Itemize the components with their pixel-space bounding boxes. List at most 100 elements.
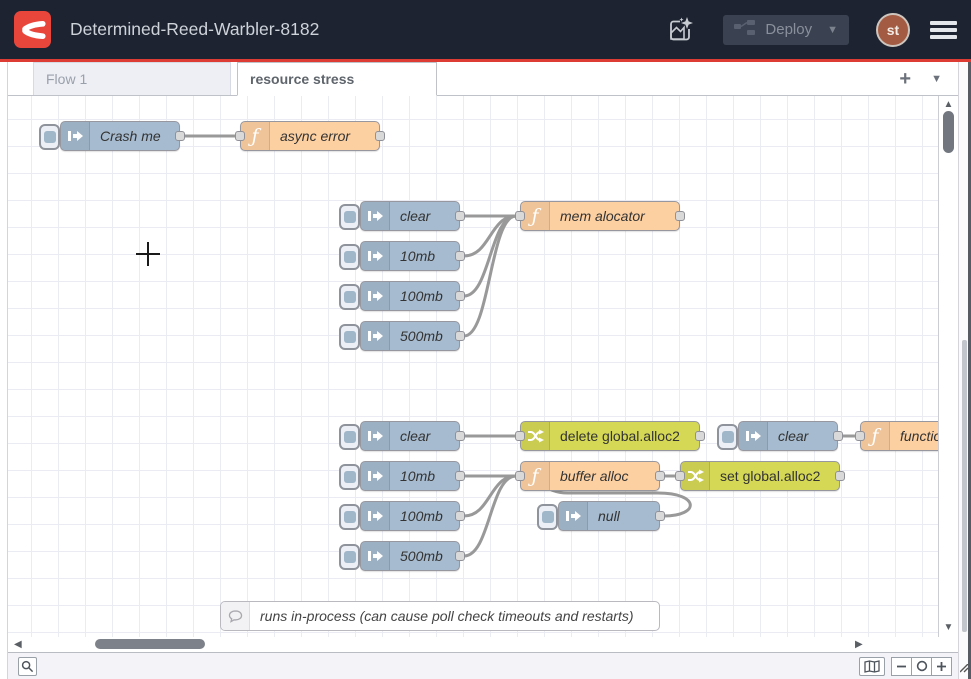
node-label: 10mb bbox=[390, 468, 435, 484]
navigator-button[interactable] bbox=[859, 657, 885, 676]
output-port[interactable] bbox=[455, 471, 465, 481]
inject-trigger-button[interactable] bbox=[339, 464, 360, 490]
node-mem-alocator[interactable]: ƒmem alocator bbox=[520, 201, 680, 231]
node-buffer-alloc[interactable]: ƒbuffer alloc bbox=[520, 461, 660, 491]
node-10mb-2[interactable]: 10mb bbox=[360, 461, 460, 491]
scroll-right-icon[interactable]: ▶ bbox=[855, 639, 863, 650]
input-port[interactable] bbox=[515, 431, 525, 441]
node-comment[interactable]: runs in-process (can cause poll check ti… bbox=[220, 601, 660, 631]
node-icon bbox=[361, 422, 390, 450]
node-red-editor: Determined-Reed-Warbler-8182 Deploy ▼ bbox=[0, 0, 971, 679]
left-gutter bbox=[0, 62, 8, 679]
output-port[interactable] bbox=[455, 551, 465, 561]
window-scrollbar[interactable] bbox=[958, 62, 971, 679]
output-port[interactable] bbox=[833, 431, 843, 441]
node-async-error[interactable]: ƒasync error bbox=[240, 121, 380, 151]
inject-trigger-button[interactable] bbox=[537, 504, 558, 530]
node-icon bbox=[521, 422, 550, 450]
scroll-left-icon[interactable]: ◀ bbox=[14, 639, 22, 650]
inject-trigger-button[interactable] bbox=[339, 324, 360, 350]
node-100mb-1[interactable]: 100mb bbox=[360, 281, 460, 311]
inject-trigger-button[interactable] bbox=[39, 124, 60, 150]
map-icon bbox=[864, 660, 880, 673]
node-icon bbox=[361, 202, 390, 230]
resize-grip-icon[interactable] bbox=[960, 660, 969, 678]
add-flow-icon[interactable]: + bbox=[899, 69, 911, 89]
zoom-in-button[interactable] bbox=[931, 657, 952, 676]
node-clear-1[interactable]: clear bbox=[360, 201, 460, 231]
node-icon bbox=[739, 422, 768, 450]
user-avatar[interactable]: st bbox=[876, 13, 910, 47]
function-f-icon: ƒ bbox=[251, 127, 258, 146]
node-label: clear bbox=[390, 428, 430, 444]
change-shuffle-icon bbox=[687, 468, 704, 484]
canvas-horizontal-scrollbar[interactable]: ◀ ▶ bbox=[8, 637, 958, 652]
wire-100mb-2-to-buffer-alloc[interactable] bbox=[464, 476, 516, 516]
deploy-button[interactable]: Deploy ▼ bbox=[723, 15, 849, 45]
node-delete-global-alloc2[interactable]: delete global.alloc2 bbox=[520, 421, 700, 451]
input-port[interactable] bbox=[235, 131, 245, 141]
node-crash-me[interactable]: Crash me bbox=[60, 121, 180, 151]
input-port[interactable] bbox=[515, 471, 525, 481]
node-set-global-alloc2[interactable]: set global.alloc2 bbox=[680, 461, 840, 491]
tab-resource-stress[interactable]: resource stress bbox=[237, 62, 437, 96]
input-port[interactable] bbox=[675, 471, 685, 481]
minus-icon bbox=[896, 661, 907, 672]
node-clear-3[interactable]: clear bbox=[738, 421, 838, 451]
node-icon bbox=[681, 462, 710, 490]
output-port[interactable] bbox=[695, 431, 705, 441]
output-port[interactable] bbox=[675, 211, 685, 221]
output-port[interactable] bbox=[455, 431, 465, 441]
node-icon: ƒ bbox=[861, 422, 890, 450]
node-icon bbox=[559, 502, 588, 530]
flow-canvas[interactable]: Crash me ƒasync error clear 10mb 100mb 500mb ƒ… bbox=[8, 96, 958, 637]
inject-trigger-button[interactable] bbox=[339, 204, 360, 230]
node-null[interactable]: null bbox=[558, 501, 660, 531]
zoom-out-button[interactable] bbox=[891, 657, 912, 676]
output-port[interactable] bbox=[175, 131, 185, 141]
canvas-vertical-scrollbar[interactable]: ▲ ▼ bbox=[938, 96, 958, 637]
zoom-reset-button[interactable] bbox=[911, 657, 932, 676]
output-port[interactable] bbox=[455, 211, 465, 221]
node-100mb-2[interactable]: 100mb bbox=[360, 501, 460, 531]
tab-flow-1[interactable]: Flow 1 bbox=[33, 62, 231, 95]
vertical-scroll-thumb[interactable] bbox=[943, 111, 954, 153]
output-port[interactable] bbox=[655, 511, 665, 521]
input-port[interactable] bbox=[515, 211, 525, 221]
scroll-up-icon[interactable]: ▲ bbox=[939, 100, 958, 110]
search-flows-button[interactable] bbox=[18, 657, 37, 676]
scroll-down-icon[interactable]: ▼ bbox=[939, 623, 958, 633]
output-port[interactable] bbox=[655, 471, 665, 481]
inject-arrow-icon bbox=[367, 248, 384, 264]
output-port[interactable] bbox=[375, 131, 385, 141]
output-port[interactable] bbox=[455, 291, 465, 301]
node-clear-2[interactable]: clear bbox=[360, 421, 460, 451]
node-10mb-1[interactable]: 10mb bbox=[360, 241, 460, 271]
output-port[interactable] bbox=[455, 251, 465, 261]
inject-trigger-button[interactable] bbox=[339, 424, 360, 450]
editor-footer bbox=[8, 652, 958, 679]
node-500mb-1[interactable]: 500mb bbox=[360, 321, 460, 351]
inject-trigger-button[interactable] bbox=[339, 284, 360, 310]
horizontal-scroll-thumb[interactable] bbox=[95, 639, 205, 649]
node-500mb-2[interactable]: 500mb bbox=[360, 541, 460, 571]
inject-trigger-button[interactable] bbox=[339, 544, 360, 570]
inject-trigger-button[interactable] bbox=[339, 244, 360, 270]
input-port[interactable] bbox=[855, 431, 865, 441]
inject-trigger-button[interactable] bbox=[339, 504, 360, 530]
circle-icon bbox=[916, 660, 928, 672]
output-port[interactable] bbox=[455, 511, 465, 521]
inject-trigger-button[interactable] bbox=[717, 424, 738, 450]
output-port[interactable] bbox=[835, 471, 845, 481]
function-f-icon: ƒ bbox=[871, 427, 878, 446]
deploy-caret-icon[interactable]: ▼ bbox=[827, 24, 838, 36]
tab-label: resource stress bbox=[250, 71, 354, 87]
window-scroll-thumb[interactable] bbox=[962, 340, 967, 632]
node-label: set global.alloc2 bbox=[710, 468, 820, 484]
flow-list-caret-icon[interactable]: ▼ bbox=[931, 73, 942, 85]
node-label: 500mb bbox=[390, 548, 443, 564]
menu-icon[interactable] bbox=[930, 18, 957, 42]
inject-arrow-icon bbox=[367, 288, 384, 304]
assistant-sparkle-icon[interactable] bbox=[663, 13, 697, 47]
output-port[interactable] bbox=[455, 331, 465, 341]
